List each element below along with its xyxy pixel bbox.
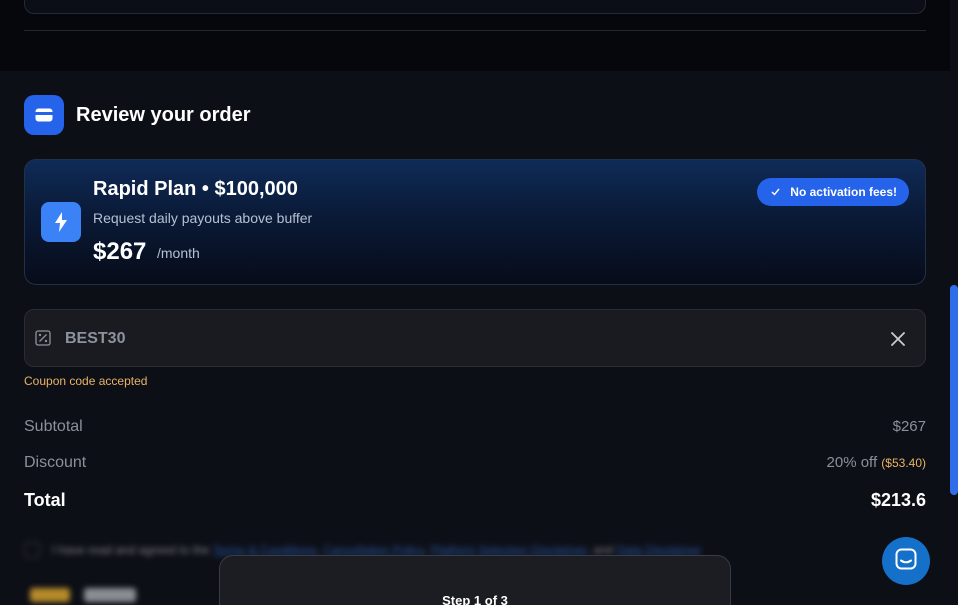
scrollbar-thumb[interactable] bbox=[950, 285, 958, 495]
divider bbox=[24, 30, 926, 31]
coupon-input[interactable] bbox=[65, 327, 665, 351]
plan-subtitle: Request daily payouts above buffer bbox=[93, 210, 313, 226]
chat-icon bbox=[895, 548, 917, 575]
coupon-icon bbox=[35, 330, 51, 351]
chat-button[interactable] bbox=[882, 537, 930, 585]
plan-price: $267 bbox=[93, 238, 147, 265]
badge-label: No activation fees! bbox=[790, 185, 897, 199]
discount-label: Discount bbox=[24, 454, 87, 471]
check-icon bbox=[771, 185, 780, 199]
section-title: Review your order bbox=[76, 103, 251, 126]
discount-value-wrap: 20% off ($53.40) bbox=[827, 454, 926, 472]
plan-period: /month bbox=[157, 245, 200, 261]
total-label: Total bbox=[24, 490, 66, 510]
discount-value: 20% off bbox=[826, 454, 878, 471]
subtotal-label: Subtotal bbox=[24, 418, 83, 435]
payment-methods bbox=[30, 588, 136, 602]
discount-row: Discount 20% off ($53.40) bbox=[24, 454, 926, 472]
scrollbar[interactable] bbox=[950, 0, 958, 605]
lightning-icon bbox=[41, 202, 81, 242]
close-icon[interactable] bbox=[889, 330, 907, 348]
coupon-field[interactable] bbox=[24, 309, 926, 367]
payment-method-chip[interactable] bbox=[30, 588, 70, 602]
step-indicator: Step 1 of 3 bbox=[219, 555, 731, 605]
total-row: Total $213.6 bbox=[24, 490, 926, 511]
plan-card: Rapid Plan • $100,000 Request daily payo… bbox=[24, 159, 926, 285]
review-order-header: Review your order bbox=[24, 95, 251, 135]
previous-section bbox=[0, 0, 950, 71]
coupon-status: Coupon code accepted bbox=[24, 374, 148, 388]
discount-amount: ($53.40) bbox=[881, 456, 926, 470]
step-label: Step 1 of 3 bbox=[442, 593, 508, 605]
subtotal-value: $267 bbox=[892, 418, 926, 435]
subtotal-row: Subtotal $267 bbox=[24, 418, 926, 436]
plan-title: Rapid Plan • $100,000 bbox=[93, 178, 298, 200]
no-activation-fees-badge: No activation fees! bbox=[757, 178, 909, 206]
total-value: $213.6 bbox=[870, 490, 926, 510]
terms-prefix: I have read and agreed to the bbox=[52, 543, 210, 557]
previous-card bbox=[24, 0, 926, 14]
card-icon bbox=[24, 95, 64, 135]
terms-checkbox[interactable] bbox=[24, 542, 40, 558]
payment-method-chip[interactable] bbox=[84, 588, 136, 602]
